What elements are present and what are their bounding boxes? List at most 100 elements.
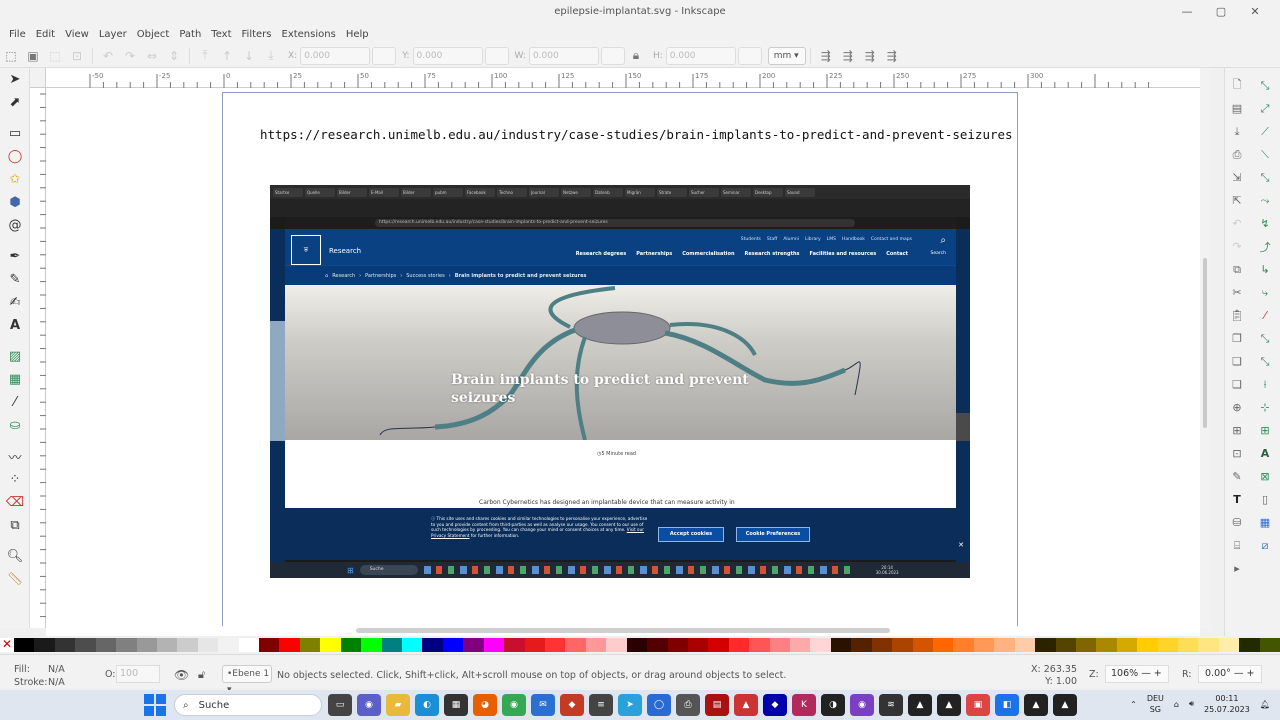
- y-stepper[interactable]: [484, 46, 509, 65]
- top-link[interactable]: Library: [805, 237, 821, 242]
- new-document-icon[interactable]: 🗋︎: [1233, 74, 1242, 97]
- menu-extensions[interactable]: Extensions: [277, 29, 341, 40]
- color-swatch[interactable]: [340, 638, 362, 652]
- snap-paths-icon[interactable]: ↯: [1260, 212, 1269, 235]
- snap-guide-icon[interactable]: A: [1261, 442, 1270, 465]
- color-swatch[interactable]: [1116, 638, 1138, 652]
- color-swatch[interactable]: [34, 638, 55, 652]
- color-swatch[interactable]: [1259, 638, 1280, 652]
- more-icon[interactable]: ▸: [1234, 557, 1240, 580]
- color-swatch[interactable]: [463, 638, 484, 652]
- minimize-button[interactable]: —: [1170, 0, 1204, 24]
- color-swatch[interactable]: [504, 638, 525, 652]
- vertical-scrollbar[interactable]: [1200, 68, 1210, 628]
- app-icon[interactable]: ◆: [763, 694, 787, 716]
- cut-icon[interactable]: ✂: [1232, 281, 1241, 304]
- open-icon[interactable]: ▤: [1232, 97, 1242, 120]
- top-link[interactable]: Contact and maps: [871, 237, 912, 242]
- inkscape-icon[interactable]: ▲: [937, 694, 961, 716]
- vertical-ruler[interactable]: [30, 88, 46, 628]
- select-all-icon[interactable]: ⬚: [0, 45, 22, 67]
- layer-lock-icon[interactable]: 🔓︎: [198, 668, 205, 682]
- color-swatch[interactable]: [402, 638, 423, 652]
- zoom-tool-icon[interactable]: 🔍︎: [0, 545, 30, 568]
- color-swatch[interactable]: [953, 638, 974, 652]
- snap-smooth-icon[interactable]: ⤷: [1262, 281, 1268, 304]
- tray-chevron-icon[interactable]: ⌃: [1130, 700, 1137, 709]
- snap-grid-icon[interactable]: ⊞: [1260, 419, 1269, 442]
- rotate-ccw-icon[interactable]: ↶: [97, 45, 119, 67]
- breadcrumb-item[interactable]: Partnerships: [365, 273, 396, 279]
- color-swatch[interactable]: [197, 638, 219, 652]
- inkscape-icon[interactable]: ▲: [908, 694, 932, 716]
- measure-tool-icon[interactable]: 📏︎: [0, 568, 30, 591]
- mesh-tool-icon[interactable]: ▦: [0, 368, 30, 391]
- zoom-drawing-icon[interactable]: ⊞: [1232, 419, 1241, 442]
- x-stepper[interactable]: [372, 46, 397, 65]
- layer-visibility-icon[interactable]: 👁︎: [174, 668, 189, 682]
- color-swatch[interactable]: [1239, 638, 1260, 652]
- w-field[interactable]: 0.000: [528, 46, 599, 65]
- teams-icon[interactable]: ◉: [357, 694, 381, 716]
- menu-edit[interactable]: Edit: [31, 29, 60, 40]
- scale-stroke-icon[interactable]: ⇶: [815, 45, 837, 67]
- zoom-page-icon[interactable]: ⊡: [1232, 442, 1241, 465]
- snap-grid-toggle-icon[interactable]: ▦: [1260, 511, 1270, 534]
- spiral-tool-icon[interactable]: @: [0, 214, 30, 237]
- flip-vertical-icon[interactable]: ⇕: [163, 45, 185, 67]
- printer-icon[interactable]: ⎙: [676, 694, 700, 716]
- color-swatch[interactable]: [177, 638, 198, 652]
- color-swatch[interactable]: [830, 638, 852, 652]
- site-search-icon[interactable]: ⌕: [940, 235, 946, 246]
- breadcrumb-item[interactable]: Research: [332, 273, 355, 279]
- menu-file[interactable]: File: [4, 29, 31, 40]
- color-swatch[interactable]: [279, 638, 300, 652]
- nav-item[interactable]: Facilities and resources: [810, 251, 877, 257]
- menu-path[interactable]: Path: [174, 29, 206, 40]
- star-tool-icon[interactable]: ✩: [0, 168, 30, 191]
- outlook-icon[interactable]: ✉: [531, 694, 555, 716]
- store-icon[interactable]: ▦: [444, 694, 468, 716]
- snap-rotation-center-icon[interactable]: ⤡: [1261, 350, 1270, 373]
- snap-page-border-icon[interactable]: ⊹: [1260, 396, 1269, 419]
- app-icon[interactable]: ≋: [879, 694, 903, 716]
- color-swatch[interactable]: [1075, 638, 1097, 652]
- spray-tool-icon[interactable]: ⁘: [0, 468, 30, 491]
- color-swatch[interactable]: [810, 638, 831, 652]
- h-stepper[interactable]: [737, 46, 762, 65]
- h-field[interactable]: 0.000: [665, 46, 736, 65]
- layer-select[interactable]: •Ebene 1 ▾: [222, 665, 272, 695]
- 3d-box-tool-icon[interactable]: ⬢: [0, 191, 30, 214]
- snap-intersection-icon[interactable]: ⤴: [1260, 235, 1271, 258]
- edge-icon[interactable]: ◐: [415, 694, 439, 716]
- fill-stroke-icon[interactable]: ✎: [1232, 465, 1241, 488]
- unit-select[interactable]: mm ▾: [767, 46, 806, 65]
- dropper-tool-icon[interactable]: ⁄: [0, 391, 30, 414]
- snap-midpoints-icon[interactable]: ⁄: [1264, 304, 1266, 327]
- calligraphy-tool-icon[interactable]: ✍: [0, 291, 30, 314]
- color-swatch[interactable]: [1096, 638, 1117, 652]
- print-icon[interactable]: ⎙: [1233, 143, 1242, 166]
- color-swatch[interactable]: [871, 638, 893, 652]
- snap-bbox-icon[interactable]: ⤢: [1261, 97, 1270, 120]
- node-tool-icon[interactable]: ⬈: [0, 91, 30, 114]
- firefox-icon[interactable]: ◕: [473, 694, 497, 716]
- color-swatch[interactable]: [932, 638, 954, 652]
- color-swatch[interactable]: [259, 638, 280, 652]
- transform-patterns-icon[interactable]: ⇶: [881, 45, 903, 67]
- gradient-tool-icon[interactable]: ▨: [0, 345, 30, 368]
- utility-icon[interactable]: ▤: [705, 694, 729, 716]
- color-swatch[interactable]: [1218, 638, 1240, 652]
- drawing-canvas[interactable]: https://research.unimelb.edu.au/industry…: [46, 88, 1200, 628]
- acrobat-icon[interactable]: ▲: [734, 694, 758, 716]
- duplicate-icon[interactable]: ❐: [1232, 327, 1242, 350]
- unlink-clone-icon[interactable]: ❑: [1232, 373, 1242, 396]
- close-banner-icon[interactable]: ✕: [958, 541, 964, 549]
- color-swatch[interactable]: [1035, 638, 1056, 652]
- top-link[interactable]: LMS: [827, 237, 836, 242]
- color-swatch[interactable]: [769, 638, 791, 652]
- lower-to-bottom-icon[interactable]: ⤓: [260, 45, 282, 67]
- nav-item[interactable]: Partnerships: [636, 251, 672, 257]
- text-tool-icon[interactable]: A: [0, 314, 30, 337]
- fill-stroke-indicator[interactable]: Fill: N/A Stroke:N/A: [14, 663, 65, 689]
